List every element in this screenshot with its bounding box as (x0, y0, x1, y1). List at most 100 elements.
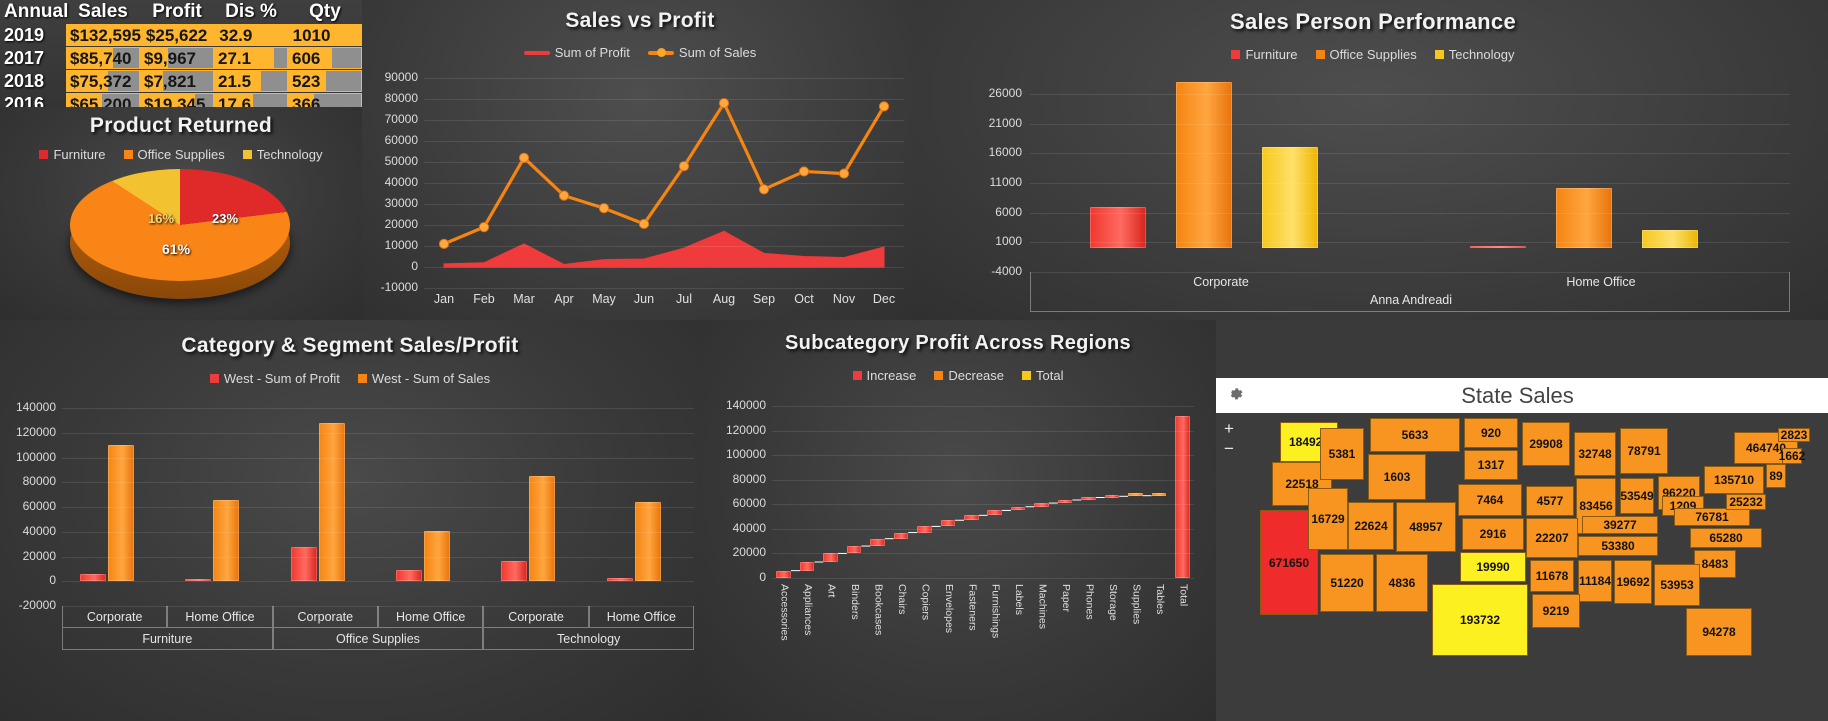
legend-label: Technology (1448, 47, 1515, 62)
map-state-sd[interactable]: 1317 (1464, 450, 1518, 480)
bar-west-sum-of-profit-2[interactable] (290, 546, 317, 582)
map-state-pa[interactable]: 135710 (1704, 466, 1764, 494)
waterfall-bar-fasteners[interactable] (964, 515, 979, 521)
map-state-md[interactable]: 25232 (1726, 494, 1766, 510)
legend-item-increase[interactable]: Increase (852, 368, 916, 383)
bar-corporate-technology[interactable] (1262, 147, 1318, 249)
waterfall-bar-chairs[interactable] (893, 532, 909, 539)
map-state-nd[interactable]: 920 (1464, 418, 1518, 448)
map-state-ct[interactable]: 1662 (1779, 448, 1805, 464)
sales-data-point[interactable] (638, 218, 650, 230)
table-row[interactable]: 2019 $132,595 $25,622 32.9 1010 (0, 24, 362, 47)
zoom-in-button[interactable]: + (1224, 420, 1234, 437)
map-state-ma[interactable]: 2823 (1778, 428, 1810, 442)
bar-west-sum-of-sales-1[interactable] (213, 499, 240, 582)
waterfall-bar-labels[interactable] (1010, 506, 1026, 511)
bar-west-sum-of-sales-0[interactable] (108, 445, 134, 582)
legend-item-west-sum-of-profit[interactable]: West - Sum of Profit (209, 371, 340, 386)
bar-home-office-furniture[interactable] (1470, 246, 1526, 249)
map-zoom-controls[interactable]: + − (1224, 420, 1234, 457)
map-state-fl[interactable]: 94278 (1686, 608, 1752, 656)
map-state-mi[interactable]: 78791 (1620, 428, 1668, 474)
map-state-sc[interactable]: 8483 (1694, 550, 1736, 578)
waterfall-bar-appliances[interactable] (799, 562, 815, 571)
bar-west-sum-of-sales-4[interactable] (529, 476, 556, 582)
sales-data-point[interactable] (798, 166, 810, 177)
legend-item-furniture[interactable]: Furniture (39, 147, 106, 162)
gridline (424, 288, 904, 289)
map-canvas[interactable]: 184923 22518 5381 5633 920 29908 32748 78791 131… (1242, 418, 1828, 718)
map-state-nm[interactable]: 4836 (1376, 554, 1428, 612)
bar-corporate-office-supplies[interactable] (1176, 81, 1232, 249)
map-state-tx[interactable]: 193732 (1432, 584, 1528, 656)
map-state-va[interactable]: 76781 (1674, 508, 1750, 526)
map-state-nj[interactable]: 89 (1766, 464, 1786, 488)
legend-item-decrease[interactable]: Decrease (934, 368, 1004, 383)
kpi-column-sales: Sales (78, 1, 128, 22)
map-state-wi[interactable]: 32748 (1574, 432, 1616, 476)
legend-item-office-supplies[interactable]: Office Supplies (123, 147, 225, 162)
map-state-in[interactable]: 53549 (1620, 478, 1654, 514)
waterfall-bar-supplies[interactable] (1128, 493, 1143, 497)
legend-item-sum-of-sales[interactable]: Sum of Sales (647, 45, 756, 60)
bar-west-sum-of-sales-5[interactable] (634, 502, 661, 582)
sales-data-point[interactable] (758, 184, 770, 195)
sales-data-point[interactable] (558, 190, 570, 201)
map-state-ga[interactable]: 53953 (1654, 564, 1700, 606)
map-state-wy[interactable]: 1603 (1368, 454, 1426, 500)
map-state-id[interactable]: 5381 (1320, 428, 1364, 480)
table-row[interactable]: 2017 $85,740 $9,967 27.1 606 (0, 47, 362, 70)
map-state-mo[interactable]: 22207 (1526, 518, 1578, 558)
segment-label-5: Home Office (588, 606, 694, 628)
table-row[interactable]: 2016 $65,200 $19,345 17.6 366 (0, 93, 362, 107)
map-state-nv[interactable]: 16729 (1308, 488, 1348, 550)
category-label-home-office: Home Office (1566, 275, 1636, 289)
map-state-al[interactable]: 19692 (1614, 560, 1652, 604)
sales-data-point[interactable] (438, 238, 450, 249)
map-state-ia[interactable]: 4577 (1526, 486, 1574, 516)
zoom-out-button[interactable]: − (1224, 440, 1234, 457)
map-state-ut[interactable]: 22624 (1348, 502, 1394, 550)
map-state-nc[interactable]: 65280 (1690, 528, 1762, 548)
map-state-mt[interactable]: 5633 (1370, 418, 1460, 452)
sales-data-point[interactable] (478, 222, 490, 233)
map-state-mn[interactable]: 29908 (1522, 422, 1570, 466)
waterfall-bar-tables[interactable] (1151, 492, 1167, 496)
legend-item-sum-of-profit[interactable]: Sum of Profit (523, 45, 630, 60)
map-state-tn[interactable]: 53380 (1578, 536, 1658, 556)
map-state-ar[interactable]: 11678 (1530, 560, 1574, 592)
waterfall-bar-binders[interactable] (846, 546, 862, 554)
legend-item-west-sum-of-sales[interactable]: West - Sum of Sales (357, 371, 490, 386)
waterfall-bar-phones[interactable] (1081, 497, 1096, 500)
waterfall-bar-storage[interactable] (1104, 494, 1120, 498)
gear-icon[interactable] (1216, 385, 1243, 407)
map-state-la[interactable]: 9219 (1532, 594, 1580, 628)
map-state-az[interactable]: 51220 (1320, 554, 1374, 612)
waterfall-bar-envelopes[interactable] (940, 520, 956, 527)
legend-item-office-supplies[interactable]: Office Supplies (1315, 47, 1417, 62)
waterfall-bar-accessories[interactable] (776, 570, 791, 578)
waterfall-bar-bookcases[interactable] (870, 538, 885, 547)
waterfall-bar-furnishings[interactable] (987, 510, 1002, 516)
bar-west-sum-of-profit-3[interactable] (396, 569, 422, 582)
legend-item-total[interactable]: Total (1022, 368, 1063, 383)
bar-home-office-technology[interactable] (1642, 230, 1698, 249)
sales-data-point[interactable] (838, 168, 850, 179)
legend-item-furniture[interactable]: Furniture (1231, 47, 1298, 62)
waterfall-bar-paper[interactable] (1057, 500, 1073, 504)
legend-item-technology[interactable]: Technology (1434, 47, 1515, 62)
bar-west-sum-of-profit-0[interactable] (80, 574, 106, 582)
table-row[interactable]: 2018 $75,372 $7,821 21.5 523 (0, 70, 362, 93)
map-state-ky[interactable]: 39277 (1582, 516, 1658, 534)
map-state-co[interactable]: 48957 (1396, 502, 1456, 552)
map-state-ok[interactable]: 19990 (1460, 552, 1526, 582)
bar-west-sum-of-profit-4[interactable] (501, 561, 528, 582)
bar-home-office-office-supplies[interactable] (1556, 187, 1612, 249)
map-state-ks[interactable]: 2916 (1462, 518, 1524, 550)
waterfall-bar-art[interactable] (823, 553, 838, 563)
sales-data-point[interactable] (878, 101, 890, 112)
map-state-ms[interactable]: 11184 (1578, 560, 1612, 602)
map-state-ne[interactable]: 7464 (1458, 484, 1522, 516)
kpi-column-qty: Qty (309, 1, 341, 22)
legend-item-technology[interactable]: Technology (242, 147, 323, 162)
